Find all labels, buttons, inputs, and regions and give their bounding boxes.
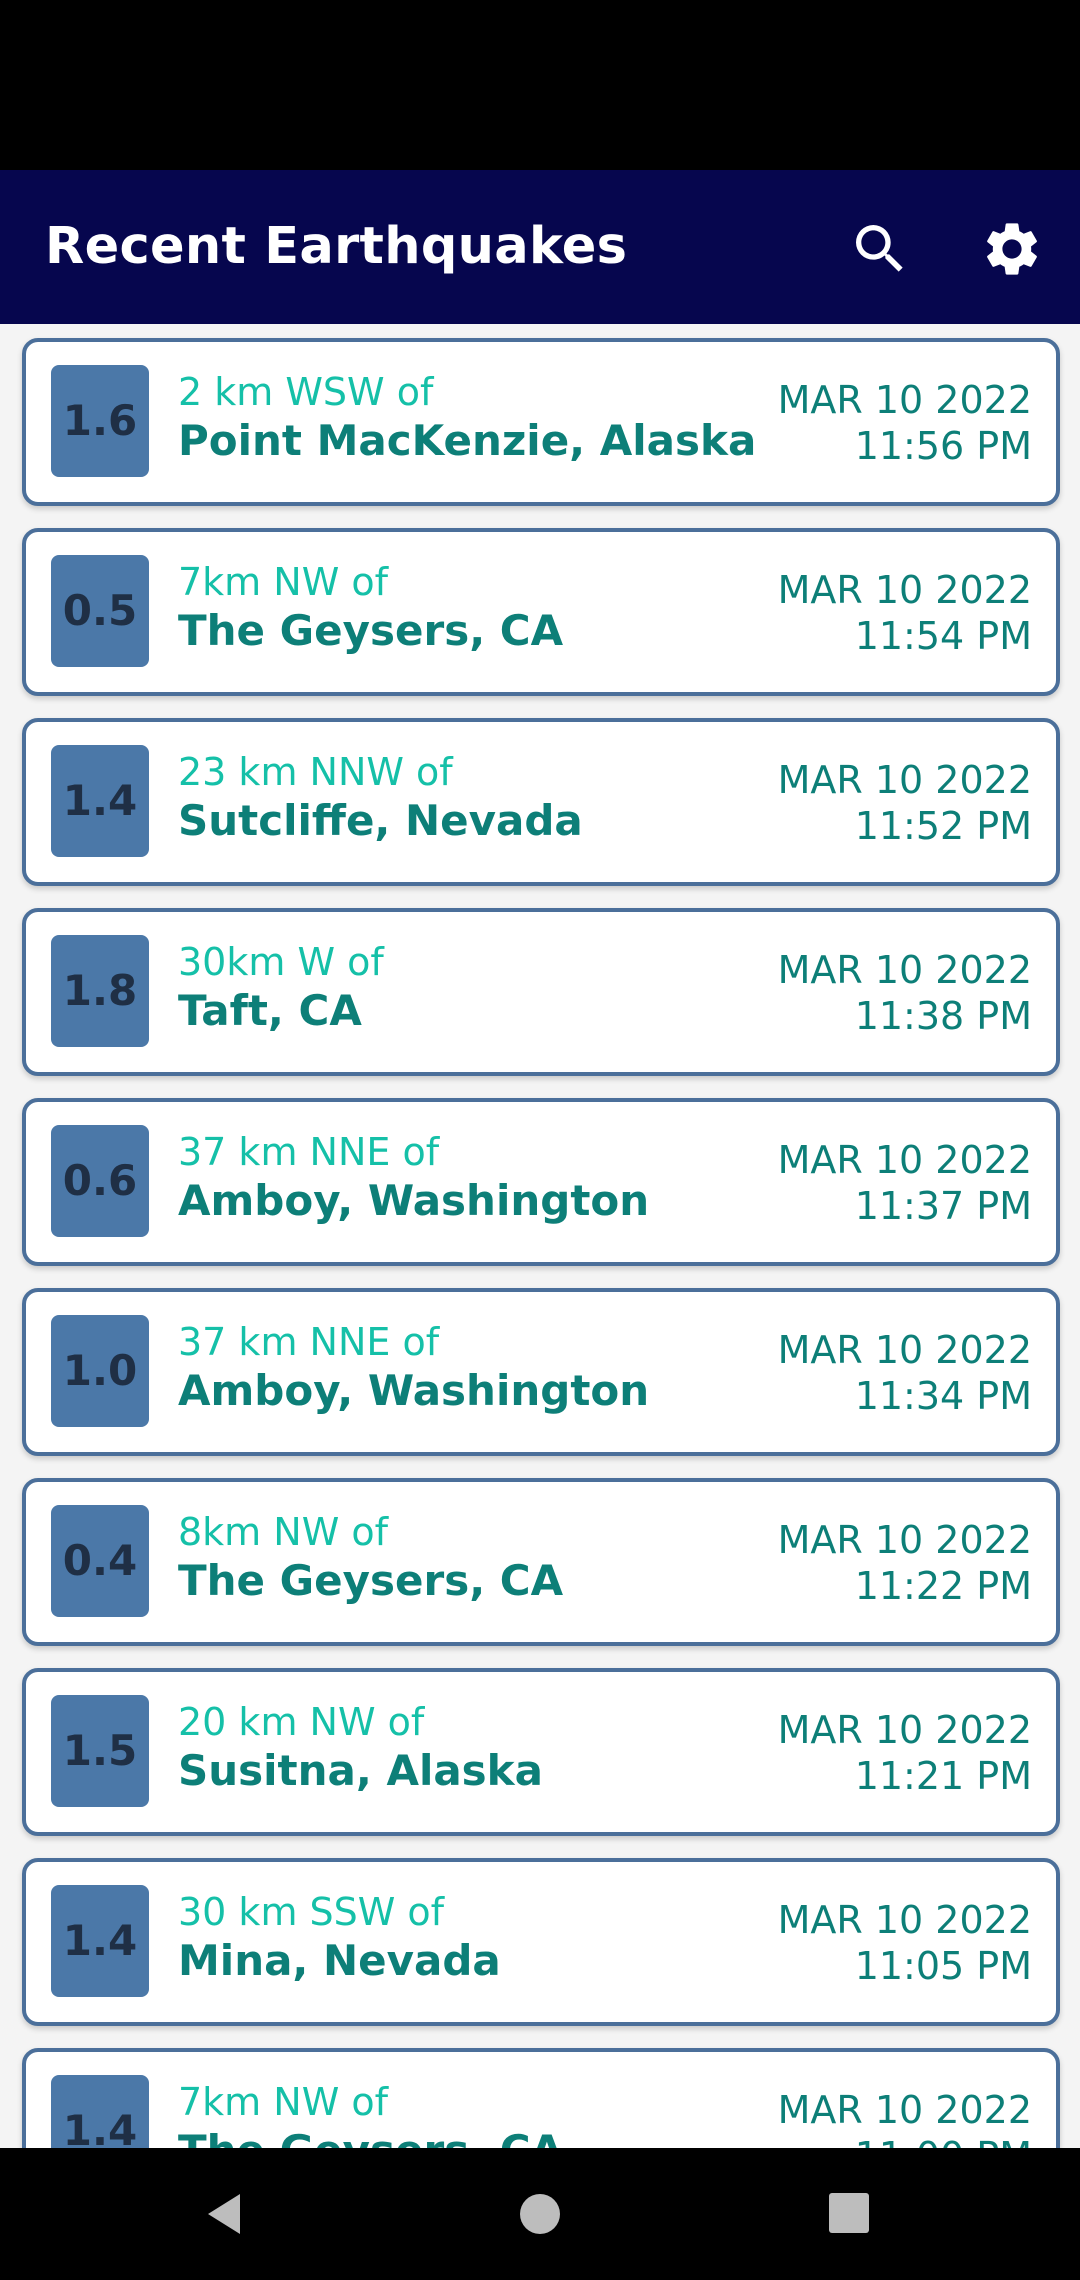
magnitude-badge: 0.4 (51, 1505, 149, 1617)
search-icon (856, 225, 903, 272)
list-item[interactable]: 1.4 30 km SSW of Mina, Nevada MAR 10 202… (0, 1844, 1080, 2034)
gear-icon (987, 223, 1037, 275)
home-circle-icon (520, 2194, 560, 2234)
quake-date: MAR 10 2022 (777, 1328, 1032, 1372)
recents-button[interactable] (826, 2190, 872, 2236)
quake-time: 11:34 PM (854, 1374, 1032, 1418)
list-item[interactable]: 0.4 8km NW of The Geysers, CA MAR 10 202… (0, 1464, 1080, 1654)
quake-time: 11:38 PM (854, 994, 1032, 1038)
location-place: Taft, CA (178, 986, 362, 1035)
magnitude-badge: 1.0 (51, 1315, 149, 1427)
quake-date: MAR 10 2022 (777, 1708, 1032, 1752)
location-offset: 8km NW of (178, 1510, 388, 1554)
back-triangle-icon (208, 2194, 240, 2234)
earthquake-card[interactable]: 0.4 8km NW of The Geysers, CA MAR 10 202… (22, 1478, 1060, 1646)
quake-date: MAR 10 2022 (777, 1518, 1032, 1562)
quake-time: 11:22 PM (854, 1564, 1032, 1608)
location-place: Mina, Nevada (178, 1936, 501, 1985)
location-offset: 20 km NW of (178, 1700, 425, 1744)
earthquake-card[interactable]: 1.5 20 km NW of Susitna, Alaska MAR 10 2… (22, 1668, 1060, 1836)
status-bar (0, 0, 1080, 170)
location-offset: 7km NW of (178, 2080, 388, 2124)
search-button[interactable] (848, 217, 912, 281)
quake-time: 11:52 PM (854, 804, 1032, 848)
back-button[interactable] (200, 2188, 252, 2240)
earthquake-card[interactable]: 1.4 7km NW of The Geysers, CA MAR 10 202… (22, 2048, 1060, 2148)
location-place: Amboy, Washington (178, 1366, 650, 1415)
quake-date: MAR 10 2022 (777, 2088, 1032, 2132)
earthquake-card[interactable]: 0.6 37 km NNE of Amboy, Washington MAR 1… (22, 1098, 1060, 1266)
home-button[interactable] (514, 2188, 566, 2240)
quake-time: 11:00 PM (855, 2134, 1032, 2148)
earthquake-card[interactable]: 1.4 30 km SSW of Mina, Nevada MAR 10 202… (22, 1858, 1060, 2026)
location-place: The Geysers, CA (178, 606, 564, 655)
quake-time: 11:54 PM (854, 614, 1032, 658)
magnitude-badge: 1.6 (51, 365, 149, 477)
magnitude-badge: 1.8 (51, 935, 149, 1047)
quake-date: MAR 10 2022 (777, 948, 1032, 992)
magnitude-badge: 1.4 (51, 1885, 149, 1997)
earthquake-card[interactable]: 1.6 2 km WSW of Point MacKenzie, Alaska … (22, 338, 1060, 506)
magnitude-badge: 1.5 (51, 1695, 149, 1807)
app-bar: Recent Earthquakes (0, 170, 1080, 324)
location-offset: 37 km NNE of (178, 1130, 440, 1174)
quake-date: MAR 10 2022 (777, 1898, 1032, 1942)
earthquake-card[interactable]: 1.4 23 km NNW of Sutcliffe, Nevada MAR 1… (22, 718, 1060, 886)
magnitude-badge: 1.4 (51, 2075, 149, 2148)
location-place: Amboy, Washington (178, 1176, 650, 1225)
quake-time: 11:21 PM (854, 1754, 1032, 1798)
list-item[interactable]: 1.8 30km W of Taft, CA MAR 10 2022 11:38… (0, 894, 1080, 1084)
quake-time: 11:56 PM (854, 424, 1032, 468)
location-offset: 30 km SSW of (178, 1890, 445, 1934)
list-item[interactable]: 0.6 37 km NNE of Amboy, Washington MAR 1… (0, 1084, 1080, 1274)
phone-screen: Recent Earthquakes 1.6 2 km WSW of Point… (0, 0, 1080, 2280)
location-place: The Geysers, CA (178, 2126, 563, 2148)
location-offset: 30km W of (178, 940, 384, 984)
location-place: Point MacKenzie, Alaska (178, 416, 757, 465)
location-place: The Geysers, CA (178, 1556, 564, 1605)
earthquake-card[interactable]: 1.0 37 km NNE of Amboy, Washington MAR 1… (22, 1288, 1060, 1456)
list-item[interactable]: 1.6 2 km WSW of Point MacKenzie, Alaska … (0, 324, 1080, 514)
navigation-bar (0, 2148, 1080, 2280)
quake-time: 11:05 PM (854, 1944, 1032, 1988)
magnitude-badge: 0.6 (51, 1125, 149, 1237)
location-place: Sutcliffe, Nevada (178, 796, 583, 845)
location-offset: 7km NW of (178, 560, 388, 604)
quake-date: MAR 10 2022 (777, 568, 1032, 612)
quake-date: MAR 10 2022 (777, 758, 1032, 802)
settings-button[interactable] (980, 217, 1044, 281)
earthquake-list[interactable]: 1.6 2 km WSW of Point MacKenzie, Alaska … (0, 324, 1080, 2148)
earthquake-card[interactable]: 0.5 7km NW of The Geysers, CA MAR 10 202… (22, 528, 1060, 696)
list-item[interactable]: 1.5 20 km NW of Susitna, Alaska MAR 10 2… (0, 1654, 1080, 1844)
magnitude-badge: 0.5 (51, 555, 149, 667)
list-item[interactable]: 1.4 7km NW of The Geysers, CA MAR 10 202… (0, 2034, 1080, 2148)
list-item[interactable]: 0.5 7km NW of The Geysers, CA MAR 10 202… (0, 514, 1080, 704)
list-item[interactable]: 1.4 23 km NNW of Sutcliffe, Nevada MAR 1… (0, 704, 1080, 894)
location-place: Susitna, Alaska (178, 1746, 543, 1795)
location-offset: 2 km WSW of (178, 370, 434, 414)
list-item[interactable]: 1.0 37 km NNE of Amboy, Washington MAR 1… (0, 1274, 1080, 1464)
recents-square-icon (829, 2193, 869, 2233)
earthquake-card[interactable]: 1.8 30km W of Taft, CA MAR 10 2022 11:38… (22, 908, 1060, 1076)
magnitude-badge: 1.4 (51, 745, 149, 857)
quake-time: 11:37 PM (854, 1184, 1032, 1228)
location-offset: 37 km NNE of (178, 1320, 440, 1364)
app-title: Recent Earthquakes (45, 217, 628, 276)
quake-date: MAR 10 2022 (777, 1138, 1032, 1182)
location-offset: 23 km NNW of (178, 750, 453, 794)
quake-date: MAR 10 2022 (777, 378, 1032, 422)
